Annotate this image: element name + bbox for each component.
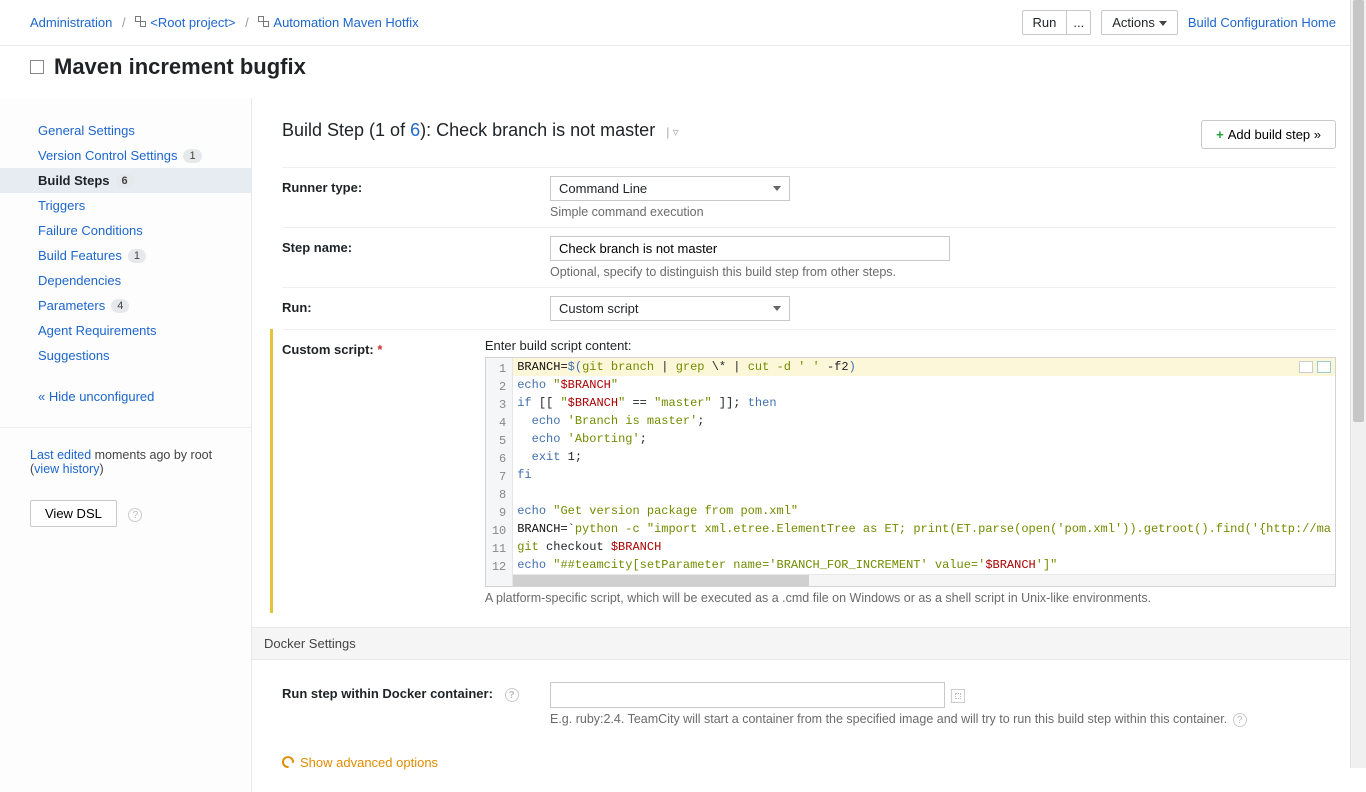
sidebar-item-build-steps[interactable]: Build Steps6	[0, 168, 251, 193]
show-advanced-link[interactable]: Show advanced options	[282, 755, 1336, 770]
custom-script-label: Custom script: *	[282, 338, 485, 605]
docker-container-label: Run step within Docker container: ?	[282, 682, 550, 727]
config-home-link[interactable]: Build Configuration Home	[1188, 15, 1336, 30]
view-dsl-button[interactable]: View DSL	[30, 500, 117, 527]
script-editor[interactable]: 123456789101112 BRANCH=$(git branch | gr…	[485, 357, 1336, 587]
page-scrollbar[interactable]	[1350, 0, 1366, 768]
run-label: Run:	[282, 296, 550, 321]
run-button-group: Run ...	[1022, 10, 1092, 35]
view-history-link[interactable]: view history	[34, 462, 99, 476]
hide-unconfigured-link[interactable]: « Hide unconfigured	[0, 384, 251, 409]
runner-type-label: Runner type:	[282, 176, 550, 219]
sidebar-item-features[interactable]: Build Features1	[0, 243, 251, 268]
breadcrumb-root[interactable]: <Root project>	[150, 15, 235, 30]
script-hint: A platform-specific script, which will b…	[485, 591, 1336, 605]
step-name-label: Step name:	[282, 236, 550, 279]
runner-type-select[interactable]: Command Line	[550, 176, 790, 201]
sidebar-item-agent-req[interactable]: Agent Requirements	[0, 318, 251, 343]
step-heading: Build Step (1 of 6): Check branch is not…	[282, 120, 679, 141]
total-steps-link[interactable]: 6	[410, 120, 420, 140]
sidebar: General Settings Version Control Setting…	[0, 98, 252, 792]
sidebar-item-suggestions[interactable]: Suggestions	[0, 343, 251, 368]
help-icon[interactable]: ?	[505, 688, 519, 702]
editor-gutter: 123456789101112	[486, 358, 513, 586]
runner-type-hint: Simple command execution	[550, 205, 1336, 219]
caret-down-icon	[1159, 21, 1167, 26]
project-icon	[258, 16, 269, 27]
run-select[interactable]: Custom script	[550, 296, 790, 321]
chevron-down-icon	[773, 306, 781, 311]
main-content: Build Step (1 of 6): Check branch is not…	[252, 98, 1366, 792]
build-config-icon	[30, 60, 44, 74]
project-icon	[135, 16, 146, 27]
sidebar-item-vcs[interactable]: Version Control Settings1	[0, 143, 251, 168]
step-name-hint: Optional, specify to distinguish this bu…	[550, 265, 1336, 279]
last-edited-info: Last edited moments ago by root (view hi…	[0, 427, 251, 486]
help-icon[interactable]: ?	[128, 508, 142, 522]
page-title: Maven increment bugfix	[54, 54, 306, 80]
script-intro: Enter build script content:	[485, 338, 1336, 353]
actions-button[interactable]: Actions	[1101, 10, 1178, 35]
step-name-input[interactable]	[550, 236, 950, 261]
last-edited-link[interactable]: Last edited	[30, 448, 91, 462]
editor-tool-2-icon[interactable]	[1317, 361, 1331, 373]
sidebar-item-params[interactable]: Parameters4	[0, 293, 251, 318]
editor-tool-1-icon[interactable]	[1299, 361, 1313, 373]
sidebar-item-triggers[interactable]: Triggers	[0, 193, 251, 218]
sidebar-item-general[interactable]: General Settings	[0, 118, 251, 143]
editor-code-area[interactable]: BRANCH=$(git branch | grep \* | cut -d '…	[513, 358, 1335, 586]
run-dropdown[interactable]: ...	[1067, 10, 1091, 35]
breadcrumb-project[interactable]: Automation Maven Hotfix	[273, 15, 418, 30]
breadcrumb-admin[interactable]: Administration	[30, 15, 112, 30]
sidebar-item-deps[interactable]: Dependencies	[0, 268, 251, 293]
docker-hint: E.g. ruby:2.4. TeamCity will start a con…	[550, 712, 1336, 727]
step-menu-icon[interactable]: | ▿	[666, 125, 678, 139]
run-button[interactable]: Run	[1022, 10, 1068, 35]
docker-section-header: Docker Settings	[252, 627, 1366, 660]
sidebar-item-failure[interactable]: Failure Conditions	[0, 218, 251, 243]
wrench-icon	[282, 756, 294, 768]
editor-h-scrollbar[interactable]	[513, 574, 1335, 586]
picker-icon[interactable]	[951, 689, 965, 703]
help-icon[interactable]: ?	[1233, 713, 1247, 727]
breadcrumb: Administration / <Root project> / Automa…	[30, 15, 419, 30]
chevron-down-icon	[773, 186, 781, 191]
add-build-step-button[interactable]: +Add build step »	[1201, 120, 1336, 149]
docker-container-input[interactable]	[550, 682, 945, 708]
plus-icon: +	[1216, 127, 1224, 142]
